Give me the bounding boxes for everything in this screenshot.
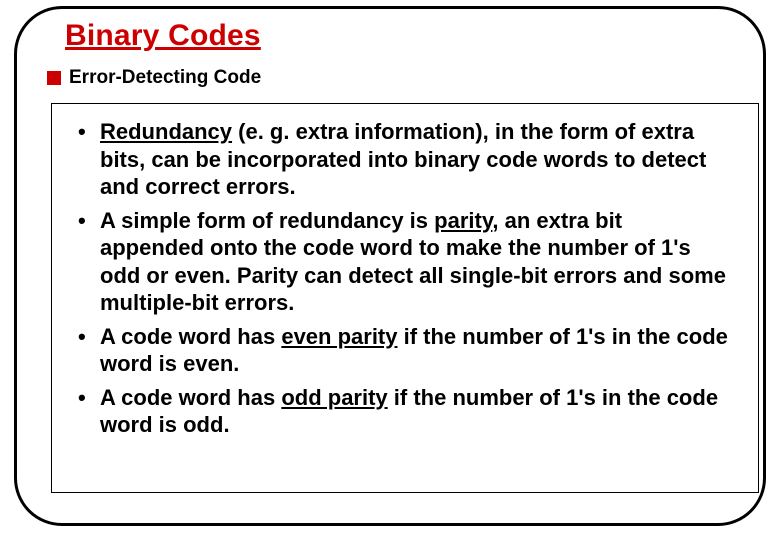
list-item: A code word has even parity if the numbe… — [76, 323, 730, 378]
underlined-term: parity — [434, 208, 492, 233]
bullet-text: A code word has — [100, 324, 281, 349]
list-item: Redundancy (e. g. extra information), in… — [76, 118, 730, 201]
list-item: A simple form of redundancy is parity, a… — [76, 207, 730, 317]
slide-frame: Binary Codes Error-Detecting Code Redund… — [14, 6, 766, 526]
slide-title: Binary Codes — [65, 19, 261, 53]
underlined-term: Redundancy — [100, 119, 232, 144]
content-box: Redundancy (e. g. extra information), in… — [51, 103, 759, 493]
slide-subtitle: Error-Detecting Code — [69, 67, 261, 89]
bullet-text: A code word has — [100, 385, 281, 410]
underlined-term: odd parity — [281, 385, 387, 410]
list-item: A code word has odd parity if the number… — [76, 384, 730, 439]
subtitle-row: Error-Detecting Code — [47, 67, 261, 89]
bullet-text: A simple form of redundancy is — [100, 208, 434, 233]
underlined-term: even parity — [281, 324, 397, 349]
bullet-square-icon — [47, 71, 61, 85]
bullet-list: Redundancy (e. g. extra information), in… — [76, 118, 730, 439]
